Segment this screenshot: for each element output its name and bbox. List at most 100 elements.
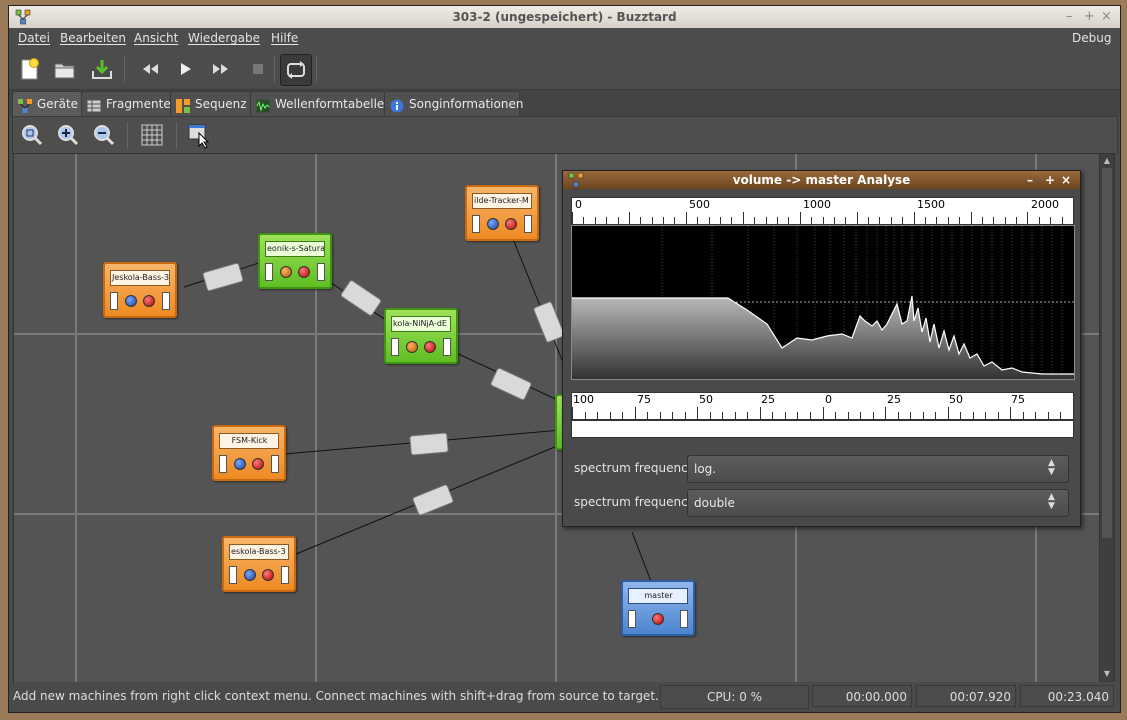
menu-ansicht[interactable]: Ansicht <box>134 31 178 45</box>
ruler-tick <box>720 217 722 224</box>
zoom-out-icon[interactable] <box>92 123 116 147</box>
wire-volume-control[interactable] <box>409 432 449 456</box>
mute-led[interactable] <box>487 218 499 230</box>
machine-generator[interactable]: Jeskola-Bass-3 <box>103 262 177 318</box>
spectrum-scale-combo[interactable]: log. ▲ ▼ <box>687 455 1069 483</box>
machine-level <box>219 455 227 473</box>
ruler-tick <box>797 412 799 419</box>
mute-led[interactable] <box>298 266 310 278</box>
ruler-tick <box>1016 217 1018 224</box>
mute-led[interactable] <box>652 613 664 625</box>
machine-level <box>265 263 273 281</box>
machine-effect[interactable]: kola-NiNjA-dE <box>384 308 458 364</box>
machine-name: eskola-Bass-3 C <box>229 544 289 560</box>
ruler-tick <box>674 217 676 224</box>
tab-sequenz[interactable]: Sequenz <box>170 91 251 117</box>
devices-icon <box>18 97 32 113</box>
maximize-button[interactable]: + <box>1084 9 1095 24</box>
play-icon[interactable] <box>172 56 198 82</box>
forward-icon[interactable] <box>207 56 233 82</box>
ruler-tick <box>1060 412 1062 419</box>
ruler-tick <box>709 412 711 419</box>
zoom-fit-icon[interactable] <box>20 123 44 147</box>
ruler-label: 0 <box>575 198 582 211</box>
menu-hilfe[interactable]: Hilfe <box>271 31 298 45</box>
rewind-icon[interactable] <box>138 56 164 82</box>
save-icon[interactable] <box>89 56 115 82</box>
menu-debug[interactable]: Debug <box>1072 31 1111 45</box>
analysis-maximize-button[interactable]: + <box>1045 171 1055 189</box>
mute-led[interactable] <box>424 341 436 353</box>
solo-led[interactable] <box>143 295 155 307</box>
machine-level <box>472 215 480 233</box>
menu-wiedergabe[interactable]: Wiedergabe <box>188 31 260 45</box>
scroll-down-icon[interactable]: ▼ <box>1102 669 1112 679</box>
ruler-tick <box>856 212 858 224</box>
canvas-scrollbar[interactable]: ▲ ▼ <box>1099 153 1115 684</box>
ruler-tick <box>993 217 995 224</box>
mute-led[interactable] <box>125 295 137 307</box>
level-ruler: 100 75 50 25 0 25 50 75 <box>571 392 1074 420</box>
analysis-close-button[interactable]: × <box>1061 171 1071 189</box>
bypass-led[interactable] <box>406 341 418 353</box>
analysis-minimize-button[interactable]: – <box>1027 171 1033 189</box>
ruler-tick <box>822 217 824 224</box>
menu-datei[interactable]: Datei <box>18 31 50 45</box>
minimize-button[interactable]: – <box>1066 9 1073 24</box>
loop-icon[interactable] <box>280 54 312 86</box>
ruler-tick <box>985 412 987 419</box>
wire <box>631 531 653 585</box>
machine-level <box>162 292 170 310</box>
ruler-label: 500 <box>689 198 710 211</box>
tab-songinformationen[interactable]: Songinformationen <box>384 91 523 117</box>
mute-led[interactable] <box>234 458 246 470</box>
combo-value: log. <box>694 462 717 476</box>
ruler-tick <box>972 412 974 419</box>
status-message: Add new machines from right click contex… <box>13 689 659 703</box>
machine-generator[interactable]: ilde-Tracker-M <box>465 185 539 241</box>
ruler-tick <box>947 407 949 419</box>
ruler-tick <box>734 412 736 419</box>
zoom-in-icon[interactable] <box>56 123 80 147</box>
menu-bearbeiten[interactable]: Bearbeiten <box>60 31 126 45</box>
toolbar-separator <box>274 56 275 82</box>
solo-led[interactable] <box>505 218 517 230</box>
ruler-tick <box>910 412 912 419</box>
scroll-thumb[interactable] <box>1102 168 1112 538</box>
option-label: spectrum frequency <box>574 495 695 509</box>
solo-led[interactable] <box>252 458 264 470</box>
ruler-tick <box>685 212 687 224</box>
machine-generator[interactable]: FSM-Kick <box>212 425 286 481</box>
ruler-tick <box>960 412 962 419</box>
wire <box>510 233 567 371</box>
spectrum-precision-combo[interactable]: double ▲ ▼ <box>687 489 1069 517</box>
stop-icon[interactable] <box>245 56 271 82</box>
machine-effect[interactable]: eonik-s-Saturat <box>258 233 332 289</box>
machine-master[interactable]: master <box>621 580 695 636</box>
machine-name: master <box>628 588 688 604</box>
tab-wellenformtabelle[interactable]: Wellenformtabelle <box>250 91 385 117</box>
tab-label: Sequenz <box>195 97 247 111</box>
level-meter-bar <box>571 420 1074 438</box>
properties-cursor-icon[interactable] <box>187 123 213 149</box>
tab-fragmente[interactable]: Fragmente <box>81 91 171 117</box>
bypass-led[interactable] <box>280 266 292 278</box>
machine-generator[interactable]: eskola-Bass-3 C <box>222 536 296 592</box>
toolbar-separator <box>316 56 317 82</box>
frequency-ruler: 0 500 1000 1500 2000 <box>571 197 1074 225</box>
status-bar: Add new machines from right click contex… <box>9 682 1120 712</box>
open-icon[interactable] <box>52 56 78 82</box>
tab-geraete[interactable]: Geräte <box>12 91 82 116</box>
close-button[interactable]: × <box>1101 9 1112 24</box>
time-loop: 00:07.920 <box>916 685 1016 707</box>
combo-arrows-icon: ▲ ▼ <box>1048 492 1055 511</box>
scroll-up-icon[interactable]: ▲ <box>1102 156 1112 166</box>
new-icon[interactable] <box>17 56 43 82</box>
ruler-label: 2000 <box>1031 198 1059 211</box>
ruler-tick <box>606 217 608 224</box>
grid-icon[interactable] <box>140 123 164 147</box>
ruler-tick <box>659 412 661 419</box>
mute-led[interactable] <box>244 569 256 581</box>
solo-led[interactable] <box>262 569 274 581</box>
machine-level <box>680 610 688 628</box>
